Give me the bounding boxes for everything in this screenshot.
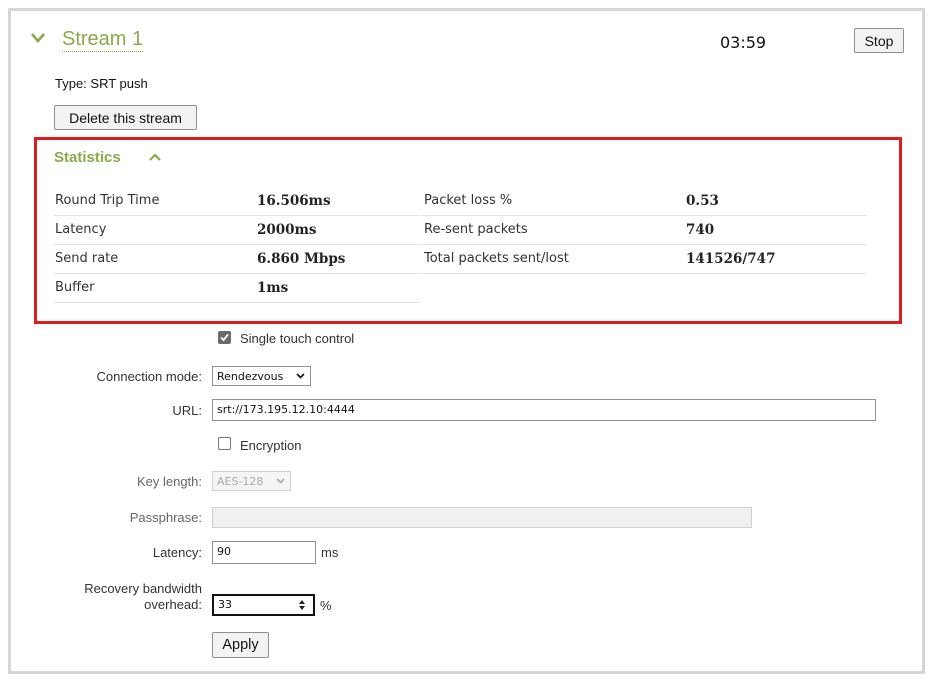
recovery-overhead-value: 33 (218, 598, 232, 611)
key-length-label: Key length: (136, 474, 202, 489)
stat-label: Re-sent packets (424, 222, 528, 237)
single-touch-checkbox[interactable] (218, 331, 231, 344)
latency-label: Latency: (152, 545, 202, 560)
chevron-down-icon[interactable] (30, 32, 46, 44)
apply-button[interactable]: Apply (212, 632, 269, 658)
stat-label: Round Trip Time (55, 193, 160, 208)
stat-row: Latency 2000ms (54, 216, 420, 245)
statistics-title[interactable]: Statistics (54, 149, 121, 166)
connection-mode-value: Rendezvous (217, 370, 284, 383)
recovery-unit: % (320, 598, 332, 613)
url-label: URL: (172, 403, 202, 418)
chevron-down-icon (296, 373, 305, 379)
connection-mode-label: Connection mode: (96, 369, 202, 384)
stat-value: 2000ms (257, 222, 317, 238)
delete-stream-button[interactable]: Delete this stream (54, 105, 197, 130)
encryption-checkbox[interactable] (218, 437, 231, 450)
recovery-overhead-input[interactable]: 33 (212, 594, 315, 616)
stat-value: 6.860 Mbps (257, 251, 346, 267)
stream-title[interactable]: Stream 1 (62, 27, 144, 52)
stat-value: 141526/747 (686, 251, 776, 267)
key-length-select[interactable]: AES-128 (212, 471, 291, 491)
stream-type: Type: SRT push (55, 76, 148, 91)
connection-mode-select[interactable]: Rendezvous (212, 366, 311, 386)
encryption-label: Encryption (240, 438, 302, 453)
stat-row: Round Trip Time 16.506ms (54, 187, 420, 216)
stat-row: Total packets sent/lost 141526/747 (422, 245, 867, 274)
key-length-value: AES-128 (217, 475, 264, 488)
stat-value: 740 (686, 222, 715, 238)
stream-timer: 03:59 (720, 33, 767, 52)
checkmark-icon (220, 333, 229, 342)
stat-value: 0.53 (686, 193, 719, 209)
chevron-down-icon (276, 478, 285, 484)
stat-label: Packet loss % (424, 193, 513, 208)
recovery-label-line1: Recovery bandwidth (84, 581, 202, 596)
stat-row: Send rate 6.860 Mbps (54, 245, 420, 274)
passphrase-label: Passphrase: (129, 510, 202, 525)
recovery-bandwidth-label: Recovery bandwidth overhead: (40, 581, 202, 613)
stat-label: Buffer (55, 280, 95, 295)
stat-label: Send rate (55, 251, 119, 266)
stat-row: Re-sent packets 740 (422, 216, 867, 245)
stat-value: 1ms (257, 280, 289, 296)
stat-value: 16.506ms (257, 193, 331, 209)
passphrase-input[interactable] (212, 507, 752, 528)
chevron-up-icon[interactable] (148, 152, 162, 162)
recovery-label-line2: overhead: (144, 597, 202, 612)
stop-button[interactable]: Stop (854, 28, 904, 53)
latency-unit: ms (321, 545, 339, 560)
single-touch-label: Single touch control (240, 331, 355, 346)
url-input[interactable]: srt://173.195.12.10:4444 (212, 399, 876, 421)
stat-row: Packet loss % 0.53 (422, 187, 867, 216)
latency-input[interactable]: 90 (212, 541, 316, 564)
stat-label: Latency (55, 222, 107, 237)
stat-row: Buffer 1ms (54, 274, 420, 303)
spinner-arrows-icon[interactable] (298, 599, 306, 611)
stat-label: Total packets sent/lost (424, 251, 569, 266)
